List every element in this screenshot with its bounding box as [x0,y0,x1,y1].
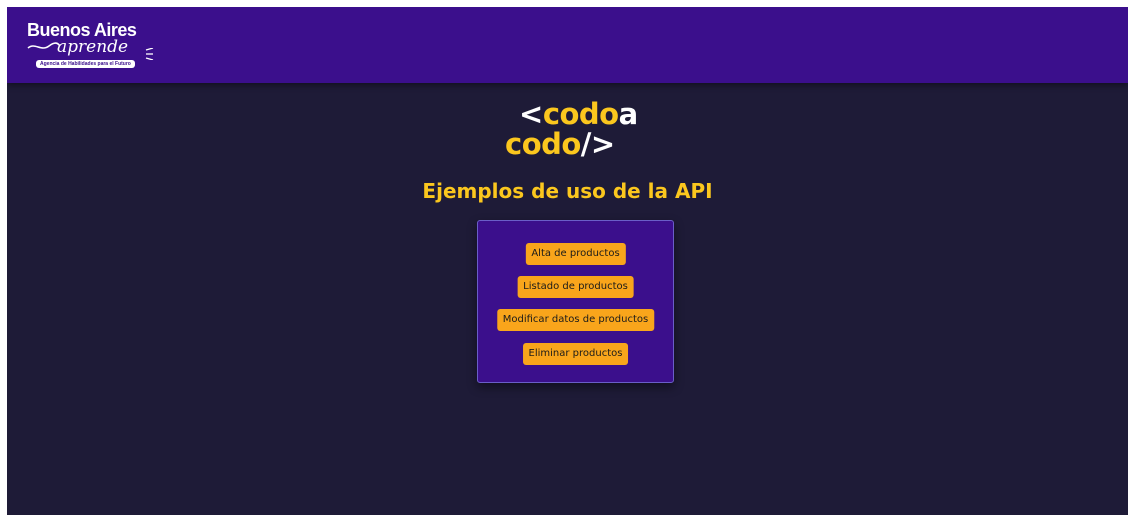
logo-a: a [618,97,639,131]
api-actions-card: Alta de productos Listado de productos M… [477,220,674,383]
logo-rays-icon [145,48,154,60]
page-title: Ejemplos de uso de la API [422,179,713,203]
eliminar-productos-button[interactable]: Eliminar productos [522,343,629,365]
page-frame: Buenos Aires aprende Agencia de Habilida… [7,7,1128,515]
buenos-aires-aprende-logo[interactable]: Buenos Aires aprende Agencia de Habilida… [27,20,169,74]
alta-productos-button[interactable]: Alta de productos [525,243,626,265]
logo-codo-2: codo [505,127,581,161]
modificar-productos-button[interactable]: Modificar datos de productos [496,309,655,331]
logo-codo-1: codo [542,97,619,131]
logo-tagline: Agencia de Habilidades para el Futuro [36,60,135,68]
logo-slash-gt: /> [580,127,615,161]
logo-wave-icon [27,42,61,49]
listado-productos-button[interactable]: Listado de productos [517,276,634,298]
logo-row-top: <codoa [519,99,638,129]
codo-a-codo-logo: <codoa codo/> [505,99,655,169]
logo-line2: aprende [57,37,129,57]
top-header-bar: Buenos Aires aprende Agencia de Habilida… [7,7,1128,83]
logo-row-bottom: codo/> [505,129,615,159]
logo-lt: < [519,97,543,131]
